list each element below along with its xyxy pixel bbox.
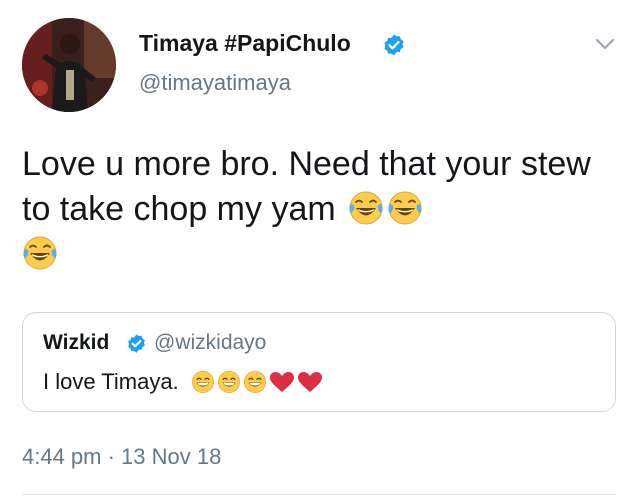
author-display-name[interactable]: Timaya #PapiChulo — [139, 30, 351, 57]
face-with-tears-of-joy-icon — [387, 190, 423, 226]
grinning-face-icon — [191, 370, 215, 394]
tweet-text: Love u more bro. Need that your stew to … — [22, 145, 591, 228]
author-handle[interactable]: @timayatimaya — [139, 70, 291, 96]
quoted-tweet-card[interactable]: Wizkid @wizkidayo I love Timaya. — [22, 312, 616, 412]
face-with-tears-of-joy-icon — [348, 190, 384, 226]
quoted-tweet-text: I love Timaya. — [43, 369, 179, 394]
quoted-author-display-name: Wizkid — [43, 331, 110, 354]
verified-badge-icon — [126, 333, 147, 354]
red-heart-icon — [297, 371, 323, 393]
avatar[interactable] — [22, 18, 116, 112]
verified-badge-icon — [382, 33, 406, 57]
tweet-body: Love u more bro. Need that your stew to … — [22, 142, 612, 277]
face-with-tears-of-joy-icon — [22, 235, 58, 271]
grinning-face-icon — [217, 370, 241, 394]
quoted-tweet-body: I love Timaya. — [43, 369, 323, 395]
grinning-face-icon — [243, 370, 267, 394]
quoted-author-handle: @wizkidayo — [154, 331, 267, 354]
chevron-down-icon[interactable] — [594, 36, 616, 52]
red-heart-icon — [269, 371, 295, 393]
divider — [22, 494, 616, 495]
tweet-timestamp[interactable]: 4:44 pm · 13 Nov 18 — [22, 444, 221, 470]
